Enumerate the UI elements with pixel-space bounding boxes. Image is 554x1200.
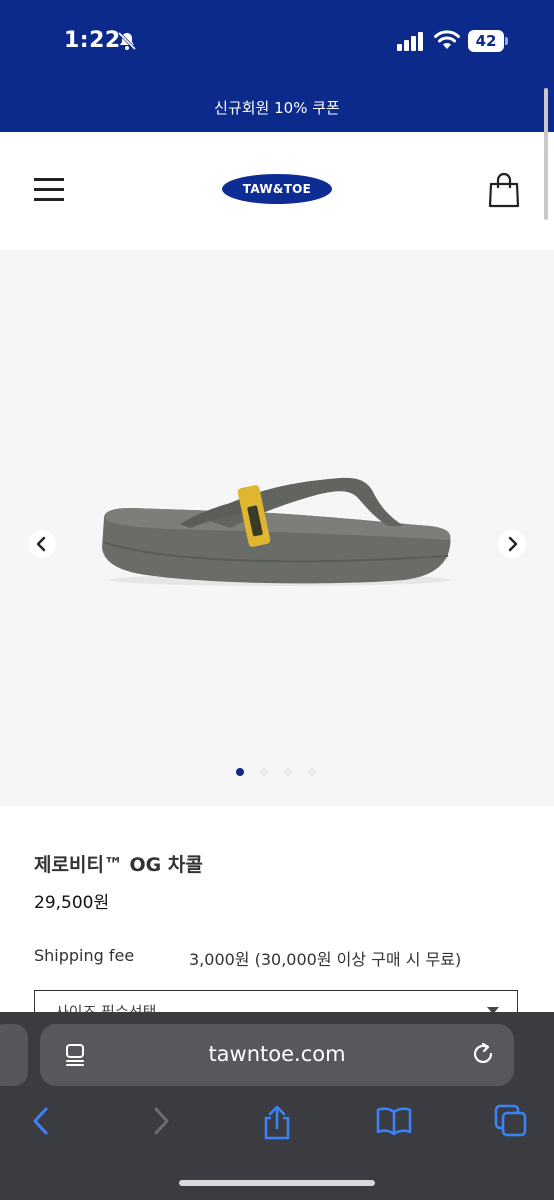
bell-slash-icon	[117, 31, 137, 51]
site-header: TAW&TOE	[0, 132, 554, 250]
product-name: 제로비티™ OG 차콜	[34, 854, 203, 876]
wifi-icon	[434, 30, 460, 49]
brand-logo[interactable]: TAW&TOE	[222, 174, 332, 204]
previous-tab-peek[interactable]	[0, 1024, 28, 1086]
browser-toolbar: tawntoe.com	[0, 1012, 554, 1200]
forward-icon[interactable]	[146, 1104, 174, 1138]
menu-icon[interactable]	[34, 178, 64, 202]
product-price: 29,500원	[34, 893, 110, 913]
pagination-dot[interactable]	[284, 768, 292, 776]
shopping-bag-icon[interactable]	[488, 172, 520, 208]
url-text: tawntoe.com	[208, 1042, 346, 1066]
chevron-left-icon	[36, 536, 46, 552]
gallery-pagination	[236, 768, 326, 778]
page-scrollbar[interactable]	[544, 88, 548, 220]
gallery-prev-button[interactable]	[28, 530, 56, 558]
battery-indicator: 42	[468, 30, 508, 52]
address-bar[interactable]: tawntoe.com	[40, 1024, 514, 1086]
cellular-signal-icon	[397, 32, 423, 51]
reload-icon[interactable]	[470, 1041, 496, 1067]
shipping-label: Shipping fee	[34, 946, 135, 965]
back-icon[interactable]	[28, 1104, 56, 1138]
chevron-right-icon	[508, 536, 518, 552]
status-bar: 1:22 42	[0, 0, 554, 84]
gallery-next-button[interactable]	[498, 530, 526, 558]
status-time: 1:22	[64, 28, 121, 53]
pagination-dot[interactable]	[308, 768, 316, 776]
promo-banner[interactable]: 신규회원 10% 쿠폰	[0, 84, 554, 132]
home-indicator[interactable]	[179, 1180, 375, 1186]
battery-level: 42	[475, 32, 497, 50]
share-icon[interactable]	[260, 1104, 294, 1142]
product-image	[102, 477, 451, 586]
product-gallery[interactable]	[0, 250, 554, 806]
tabs-icon[interactable]	[494, 1104, 528, 1138]
shipping-value: 3,000원 (30,000원 이상 구매 시 무료)	[189, 950, 462, 969]
bookmarks-icon[interactable]	[376, 1104, 412, 1138]
pagination-dot[interactable]	[260, 768, 268, 776]
pagination-dot[interactable]	[236, 768, 244, 776]
product-info: 제로비티™ OG 차콜 29,500원 Shipping fee 3,000원 …	[0, 806, 554, 1030]
